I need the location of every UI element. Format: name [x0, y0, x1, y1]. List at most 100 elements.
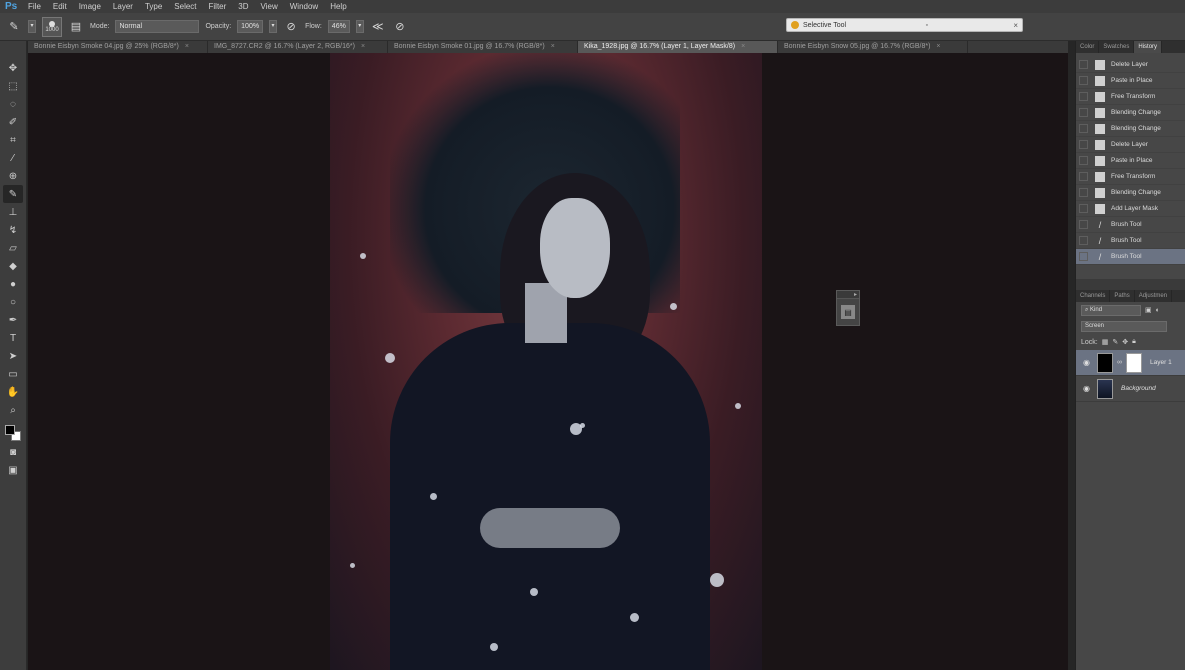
history-item[interactable]: Blending Change [1076, 121, 1185, 137]
pen-tool-icon[interactable]: ✒ [3, 311, 23, 329]
history-item[interactable]: / Brush Tool [1076, 233, 1185, 249]
visibility-eye-icon[interactable]: ◉ [1083, 384, 1093, 393]
history-snapshot-checkbox[interactable] [1079, 172, 1088, 181]
brush-panel-toggle-icon[interactable]: ▤ [68, 19, 84, 35]
tab-close-icon[interactable]: × [551, 41, 555, 53]
blur-tool-icon[interactable]: ● [3, 275, 23, 293]
history-snapshot-checkbox[interactable] [1079, 60, 1088, 69]
history-snapshot-checkbox[interactable] [1079, 188, 1088, 197]
history-item[interactable]: Blending Change [1076, 185, 1185, 201]
brush-preset-picker[interactable]: 1000 [42, 16, 62, 37]
history-item[interactable]: Add Layer Mask [1076, 201, 1185, 217]
history-snapshot-checkbox[interactable] [1079, 156, 1088, 165]
pressure-size-icon[interactable]: ⊘ [392, 19, 408, 35]
tab-swatches[interactable]: Swatches [1099, 41, 1135, 53]
history-item[interactable]: Paste in Place [1076, 153, 1185, 169]
zoom-tool-icon[interactable]: ⌕ [3, 401, 23, 419]
menu-layer[interactable]: Layer [107, 0, 139, 13]
menu-help[interactable]: Help [324, 0, 352, 13]
brush-tool-icon[interactable]: ✎ [6, 19, 22, 35]
tab-close-icon[interactable]: × [741, 41, 745, 53]
tab-snow-05[interactable]: Bonnie Eisbyn Snow 05.jpg @ 16.7% (RGB/8… [778, 41, 968, 53]
menu-type[interactable]: Type [139, 0, 168, 13]
history-snapshot-checkbox[interactable] [1079, 252, 1088, 261]
selective-tool-window[interactable]: Selective Tool ▫ × [786, 18, 1023, 32]
tab-paths[interactable]: Paths [1110, 290, 1135, 302]
history-item[interactable]: Blending Change [1076, 105, 1185, 121]
rectangle-tool-icon[interactable]: ▭ [3, 365, 23, 383]
menu-filter[interactable]: Filter [203, 0, 233, 13]
quick-mask-icon[interactable]: ◙ [3, 443, 23, 461]
tab-history[interactable]: History [1134, 41, 1163, 53]
tab-smoke-01[interactable]: Bonnie Eisbyn Smoke 01.jpg @ 16.7% (RGB/… [388, 41, 578, 53]
tab-channels[interactable]: Channels [1076, 290, 1111, 302]
panel-icon[interactable]: ▤ [841, 305, 855, 319]
history-item[interactable]: Paste in Place [1076, 73, 1185, 89]
collapsed-panel[interactable]: ▸ ▤ [836, 290, 860, 326]
hand-tool-icon[interactable]: ✋ [3, 383, 23, 401]
layer-mask-thumbnail[interactable] [1126, 352, 1142, 373]
eraser-tool-icon[interactable]: ▱ [3, 239, 23, 257]
marquee-tool-icon[interactable]: ⬚ [3, 77, 23, 95]
foreground-color-swatch[interactable] [5, 425, 15, 435]
layer-row-layer-1[interactable]: ◉ ∞ Layer 1 [1076, 350, 1185, 376]
menu-3d[interactable]: 3D [232, 0, 254, 13]
tab-color[interactable]: Color [1076, 41, 1100, 53]
opacity-input[interactable]: 100% [237, 20, 264, 33]
crop-tool-icon[interactable]: ⌗ [3, 131, 23, 149]
dodge-tool-icon[interactable]: ○ [3, 293, 23, 311]
tab-kika-1928[interactable]: Kika_1928.jpg @ 16.7% (Layer 1, Layer Ma… [578, 41, 778, 53]
photo-canvas[interactable] [330, 53, 762, 670]
lock-all-icon[interactable]: 🔒︎ [1132, 338, 1136, 346]
menu-image[interactable]: Image [73, 0, 107, 13]
blend-mode-select[interactable]: Screen [1081, 320, 1167, 332]
history-snapshot-checkbox[interactable] [1079, 76, 1088, 85]
mode-select[interactable]: Normal [115, 20, 200, 33]
flow-slider-dropdown[interactable]: ▾ [355, 20, 364, 33]
history-snapshot-checkbox[interactable] [1079, 124, 1088, 133]
menu-window[interactable]: Window [284, 0, 324, 13]
color-swatches[interactable] [3, 423, 23, 443]
canvas-area[interactable]: ▸ ▤ [28, 53, 1068, 670]
lock-position-icon[interactable]: ✥ [1122, 338, 1128, 346]
adjustment-filter-icon[interactable]: ◐ [1156, 307, 1160, 314]
history-snapshot-checkbox[interactable] [1079, 204, 1088, 213]
minimize-icon[interactable]: ▫ [925, 22, 927, 29]
menu-select[interactable]: Select [168, 0, 202, 13]
close-icon[interactable]: × [1013, 21, 1018, 30]
layer-row-background[interactable]: ◉ Background [1076, 376, 1185, 402]
menu-view[interactable]: View [255, 0, 284, 13]
history-item[interactable]: Delete Layer [1076, 137, 1185, 153]
lasso-tool-icon[interactable]: ◌ [3, 95, 23, 113]
type-tool-icon[interactable]: T [3, 329, 23, 347]
tab-adjustments[interactable]: Adjustmen [1135, 290, 1173, 302]
tab-img-8727[interactable]: IMG_8727.CR2 @ 16.7% (Layer 2, RGB/16*) … [208, 41, 388, 53]
mask-link-icon[interactable]: ∞ [1117, 359, 1122, 366]
move-tool-icon[interactable]: ✥ [3, 59, 23, 77]
clone-stamp-tool-icon[interactable]: ⊥ [3, 203, 23, 221]
opacity-slider-dropdown[interactable]: ▾ [269, 20, 278, 33]
history-item[interactable]: / Brush Tool [1076, 217, 1185, 233]
tab-smoke-04[interactable]: Bonnie Eisbyn Smoke 04.jpg @ 25% (RGB/8*… [28, 41, 208, 53]
tool-preset-dropdown[interactable]: ▾ [28, 20, 36, 33]
history-snapshot-checkbox[interactable] [1079, 140, 1088, 149]
lock-transparency-icon[interactable]: ▦ [1102, 338, 1109, 346]
menu-edit[interactable]: Edit [47, 0, 73, 13]
paint-bucket-tool-icon[interactable]: ◆ [3, 257, 23, 275]
visibility-eye-icon[interactable]: ◉ [1083, 358, 1093, 367]
pixel-filter-icon[interactable]: ▣ [1145, 306, 1152, 314]
history-item[interactable]: Free Transform [1076, 169, 1185, 185]
history-snapshot-checkbox[interactable] [1079, 236, 1088, 245]
history-snapshot-checkbox[interactable] [1079, 92, 1088, 101]
eyedropper-tool-icon[interactable]: ⁄ [3, 149, 23, 167]
healing-brush-tool-icon[interactable]: ⊕ [3, 167, 23, 185]
collapsed-panel-header[interactable]: ▸ [837, 291, 859, 299]
history-brush-tool-icon[interactable]: ↯ [3, 221, 23, 239]
history-snapshot-checkbox[interactable] [1079, 220, 1088, 229]
menu-file[interactable]: File [22, 0, 47, 13]
pressure-opacity-icon[interactable]: ⊘ [283, 19, 299, 35]
airbrush-icon[interactable]: ≪ [370, 19, 386, 35]
screen-mode-icon[interactable]: ▣ [3, 461, 23, 479]
history-item[interactable]: Delete Layer [1076, 57, 1185, 73]
history-snapshot-checkbox[interactable] [1079, 108, 1088, 117]
